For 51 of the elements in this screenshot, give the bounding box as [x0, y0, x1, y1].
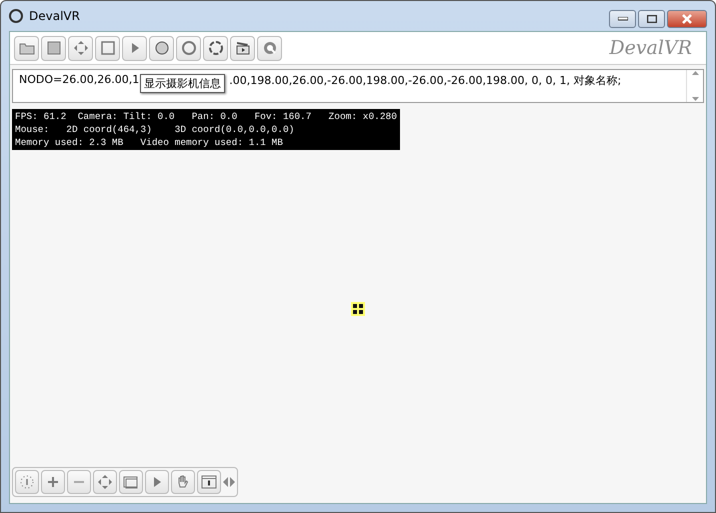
- field-text: NODO=26.00,26.00,1: [19, 73, 140, 88]
- ring-icon: [180, 40, 196, 56]
- toolbar-button[interactable]: [68, 36, 93, 60]
- close-button[interactable]: [667, 10, 707, 28]
- info-line: Memory used: 2.3 MB Video memory used: 1.1 MB: [15, 136, 284, 149]
- maximize-button[interactable]: [638, 10, 665, 28]
- toolbar-button[interactable]: [203, 36, 228, 60]
- info-line: Mouse: 2D coord(464,3) 3D coord(0.0,0.0,0.0): [15, 123, 296, 136]
- center-marker-icon: [351, 302, 365, 316]
- logo-text: DevalVR: [609, 37, 693, 59]
- plus-icon: [45, 474, 61, 490]
- navigation-button[interactable]: [119, 470, 143, 494]
- minimize-button[interactable]: [609, 10, 636, 28]
- scroll-down-icon[interactable]: [692, 97, 698, 102]
- toolbar-button[interactable]: [257, 36, 282, 60]
- navigation-button[interactable]: [41, 470, 65, 494]
- tooltip: 显示摄影机信息: [140, 74, 225, 93]
- left-right-arrow-icon[interactable]: [223, 477, 235, 487]
- close-icon: [682, 14, 692, 24]
- toolbar-button[interactable]: [149, 36, 174, 60]
- sphere-icon: [154, 40, 170, 56]
- dotted-ring-icon: [208, 40, 224, 56]
- dotted-circle-icon: [19, 474, 35, 490]
- toolbar-button[interactable]: [122, 36, 147, 60]
- minus-icon: [74, 481, 84, 483]
- q-icon: [262, 40, 278, 56]
- toolbar-button[interactable]: [14, 36, 39, 60]
- clapper-icon: [234, 40, 250, 56]
- move-arrows-icon: [97, 474, 113, 490]
- navigation-button[interactable]: [93, 470, 117, 494]
- navigation-button[interactable]: [197, 470, 221, 494]
- navigation-button[interactable]: [67, 470, 91, 494]
- info-icon: [201, 474, 217, 490]
- maximize-icon: [646, 15, 656, 23]
- toolbar-button[interactable]: [230, 36, 255, 60]
- scroll-up-icon[interactable]: [692, 70, 698, 75]
- info-line: FPS: 61.2 Camera: Tilt: 0.0 Pan: 0.0 Fov: 160.7 Zoom: x0.280: [15, 110, 397, 123]
- toolbar-button[interactable]: [95, 36, 120, 60]
- window-icon: [123, 474, 139, 490]
- navigation-button[interactable]: [171, 470, 195, 494]
- navigation-button[interactable]: [145, 470, 169, 494]
- toolbar-button[interactable]: [41, 36, 66, 60]
- field-text: .00,198.00,26.00,-26.00,198.00,-26.00,-26.00,198.00, 0, 0, 1, 对象名称;: [229, 73, 622, 89]
- app-icon: [9, 9, 23, 23]
- minimize-icon: [618, 17, 628, 21]
- toolbar-button[interactable]: [176, 36, 201, 60]
- navigation-button[interactable]: [15, 470, 39, 494]
- command-field[interactable]: NODO=26.00,26.00,1 显示摄影机信息 .00,198.00,26.00,-26.00,198.00,-26.00,-26.00,198.00, 0, 0, 1, 对象名称;: [12, 69, 704, 103]
- frame-icon: [100, 40, 116, 56]
- move-arrows-icon: [72, 40, 88, 56]
- window-title: DevalVR: [29, 9, 81, 23]
